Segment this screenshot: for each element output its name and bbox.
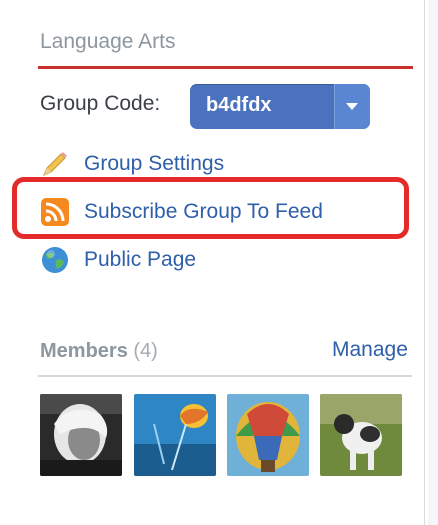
globe-icon: [40, 245, 70, 275]
members-rule: [38, 375, 412, 377]
manage-members-link[interactable]: Manage: [332, 338, 408, 362]
chevron-down-icon[interactable]: [334, 84, 370, 129]
group-code-label: Group Code:: [40, 92, 161, 115]
member-avatar[interactable]: [134, 394, 216, 476]
member-avatar[interactable]: [227, 394, 309, 476]
group-code-value: b4dfdx: [206, 94, 272, 116]
members-heading: Members (4): [40, 340, 158, 363]
members-label: Members: [40, 340, 128, 362]
group-settings-label: Group Settings: [84, 152, 225, 175]
panel-right-border: [424, 0, 438, 525]
members-count: (4): [133, 340, 158, 362]
highlight-annotation: [12, 177, 409, 239]
pencil-icon: [40, 149, 70, 179]
member-avatar[interactable]: [40, 394, 122, 476]
member-avatar[interactable]: [320, 394, 402, 476]
section-title: Language Arts: [40, 30, 176, 53]
section-title-rule: [38, 66, 413, 69]
group-settings-link[interactable]: Group Settings: [40, 148, 224, 180]
public-page-link[interactable]: Public Page: [40, 244, 196, 276]
group-code-select[interactable]: b4dfdx: [190, 84, 370, 129]
public-page-label: Public Page: [84, 248, 197, 271]
